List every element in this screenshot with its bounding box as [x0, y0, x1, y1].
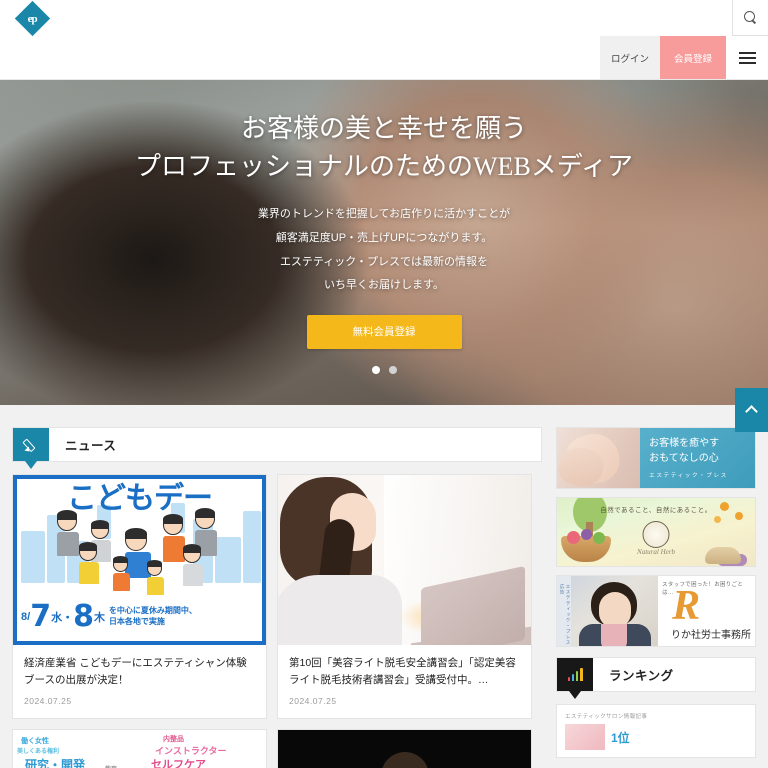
news-section-header: ニュース: [12, 427, 542, 469]
ranking-section-header: ランキング: [556, 657, 756, 699]
search-icon: [744, 11, 757, 24]
pencil-icon: [24, 438, 38, 452]
news-thumbnail: [278, 475, 531, 645]
login-button[interactable]: ログイン: [600, 36, 660, 79]
poster-people: [17, 505, 262, 595]
sidebar-banner-omotenashi[interactable]: お客様を癒やす おもてなしの心 エステティック・プレス: [556, 427, 756, 489]
ranking-position: 1位: [611, 730, 630, 745]
banner-text-block: スタッフで困った！お困りごとは… R りか社労士事務所: [658, 576, 755, 646]
banner-text-block: お客様を癒やす おもてなしの心 エステティック・プレス: [640, 428, 755, 488]
slider-dot-2[interactable]: [388, 365, 397, 374]
content-area: ニュース こどもデー 8/ 7 水 ・ 8 木 を中心に夏休み期間中、 日本各地…: [0, 405, 768, 768]
hero-title: お客様の美と幸せを願う プロフェッショナルのためのWEBメディア: [135, 110, 633, 185]
hero-sub-line-2: 顧客満足度UP・売上げUPにつながります。: [275, 232, 493, 245]
banner-side-text: エステティック・プレス広告: [560, 584, 571, 646]
chevron-up-icon: [745, 405, 758, 418]
ranking-item-thumbnail: [565, 724, 605, 750]
poster-note-line-2: 日本各地で実施: [108, 617, 165, 626]
sidebar: お客様を癒やす おもてなしの心 エステティック・プレス 自然であること、自然にあ…: [556, 427, 756, 768]
ranking-category-label: エステティックサロン情報記事: [565, 714, 648, 720]
poster-day1-kanji: 水: [51, 612, 63, 624]
sidebar-banner-sharoushi[interactable]: エステティック・プレス広告 スタッフで困った！お困りごとは… R りか社労士事務…: [556, 575, 756, 647]
hamburger-menu-icon: [738, 61, 756, 64]
poster-day2-kanji: 木: [93, 612, 105, 624]
hamburger-menu-icon: [738, 51, 756, 54]
news-card[interactable]: 働く女性 美しくある権利 研究・開発 エステティック業界 内整品 インストラクタ…: [12, 729, 267, 768]
hero-free-signup-button[interactable]: 無料会員登録: [306, 314, 462, 349]
ranking-badge: [557, 658, 593, 699]
poster-dates: 8/ 7 水 ・ 8 木 を中心に夏休み期間中、 日本各地で実施: [21, 596, 258, 638]
news-thumbnail: [278, 730, 531, 768]
news-card-title: 第10回「美容ライト脱毛安全講習会」「認定美容ライト脱毛技術者講習会」受講受付中…: [289, 657, 516, 686]
consultant-photo: [571, 576, 659, 646]
news-card-date: 2024.07.25: [24, 696, 72, 706]
dark-portrait-image: [278, 730, 531, 768]
wordcloud-image: 働く女性 美しくある権利 研究・開発 エステティック業界 内整品 インストラクタ…: [13, 730, 266, 768]
poster-day2: 8: [73, 599, 94, 634]
banner-line-1: お客様を癒やす: [649, 438, 720, 449]
news-card-body: 第10回「美容ライト脱毛安全講習会」「認定美容ライト脱毛技術者講習会」受講受付中…: [278, 645, 531, 718]
ranking-list: エステティックサロン情報記事 1位: [556, 704, 756, 758]
banner-side-strip: エステティック・プレス広告: [557, 576, 571, 646]
main-column: ニュース こどもデー 8/ 7 水 ・ 8 木 を中心に夏休み期間中、 日本各地…: [12, 427, 542, 768]
news-card[interactable]: こどもデー 8/ 7 水 ・ 8 木 を中心に夏休み期間中、 日本各地で実施 経…: [12, 474, 267, 719]
banner-script: Natural Herb: [637, 548, 675, 556]
search-button[interactable]: [732, 0, 768, 36]
office-logo-letter: R: [672, 583, 701, 629]
poster-note-line-1: を中心に夏休み期間中、: [108, 606, 197, 616]
poster-separator: ・: [62, 612, 74, 624]
signup-button[interactable]: 会員登録: [660, 36, 726, 79]
woman-with-laptop-image: [278, 475, 531, 645]
office-name: りか社労士事務所: [671, 630, 751, 641]
hero-subtitle: 業界のトレンドを把握してお店作りに活かすことが 顧客満足度UP・売上げUPにつな…: [258, 203, 510, 298]
news-card-date: 2024.07.25: [289, 696, 337, 706]
poster-date-prefix: 8/: [21, 611, 31, 623]
logo-diamond-icon: ep: [14, 0, 50, 36]
hero-title-line-2: プロフェッショナルのためのWEBメディア: [135, 151, 633, 181]
news-badge: [13, 428, 49, 469]
slider-dot-1[interactable]: [371, 365, 380, 374]
kids-day-poster-image: こどもデー 8/ 7 水 ・ 8 木 を中心に夏休み期間中、 日本各地で実施: [13, 475, 266, 645]
logo-text: ep: [27, 12, 37, 24]
header-nav-bar: ログイン 会員登録: [0, 36, 768, 80]
poster-note: を中心に夏休み期間中、 日本各地で実施: [109, 606, 197, 628]
brand-seal-icon: [642, 521, 670, 548]
news-thumbnail: 働く女性 美しくある権利 研究・開発 エステティック業界 内整品 インストラクタ…: [13, 730, 266, 768]
ranking-section-title: ランキング: [609, 669, 674, 683]
banner-line-2: おもてなしの心: [649, 453, 719, 464]
hero-sub-line-4: いち早くお届けします。: [324, 279, 444, 292]
hamburger-menu-icon: [738, 56, 756, 59]
poster-day1: 7: [30, 599, 52, 634]
news-card[interactable]: 第10回「美容ライト脱毛安全講習会」「認定美容ライト脱毛技術者講習会」受講受付中…: [277, 474, 532, 719]
header-top-bar: ep: [0, 0, 768, 36]
hero-sub-line-3: エステティック・プレスでは最新の情報を: [279, 255, 489, 268]
sidebar-banner-nature[interactable]: 自然であること、自然にあること。 Natural Herb: [556, 497, 756, 567]
ranking-list-item[interactable]: 1位: [565, 724, 747, 750]
scroll-to-top-button[interactable]: [735, 388, 768, 432]
news-card-body: 経済産業省 こどもデーにエステティシャン体験ブースの出展が決定！ 2024.07…: [13, 645, 266, 718]
hero-banner: お客様の美と幸せを願う プロフェッショナルのためのWEBメディア 業界のトレンド…: [0, 80, 768, 405]
news-card-title: 経済産業省 こどもデーにエステティシャン体験ブースの出展が決定！: [24, 657, 247, 686]
hamburger-menu-button[interactable]: [726, 36, 768, 79]
news-card[interactable]: [277, 729, 532, 768]
bar-chart-icon: [567, 668, 583, 681]
page-root: ep ログイン 会員登録 お客様の美と幸せを願う プロフェッショナルのためのWE…: [0, 0, 768, 768]
hero-title-line-1: お客様の美と幸せを願う: [240, 114, 527, 143]
news-card-grid: こどもデー 8/ 7 水 ・ 8 木 を中心に夏休み期間中、 日本各地で実施 経…: [12, 474, 542, 768]
hero-slider-dots: [371, 365, 397, 374]
hands-photo: [557, 428, 641, 488]
banner-brand: エステティック・プレス: [649, 473, 728, 479]
news-thumbnail: こどもデー 8/ 7 水 ・ 8 木 を中心に夏休み期間中、 日本各地で実施: [13, 475, 266, 645]
site-logo[interactable]: ep: [14, 0, 50, 36]
hero-sub-line-1: 業界のトレンドを把握してお店作りに活かすことが: [257, 208, 511, 221]
news-section-title: ニュース: [65, 439, 117, 453]
banner-caption: 自然であること、自然にあること。: [600, 507, 712, 514]
